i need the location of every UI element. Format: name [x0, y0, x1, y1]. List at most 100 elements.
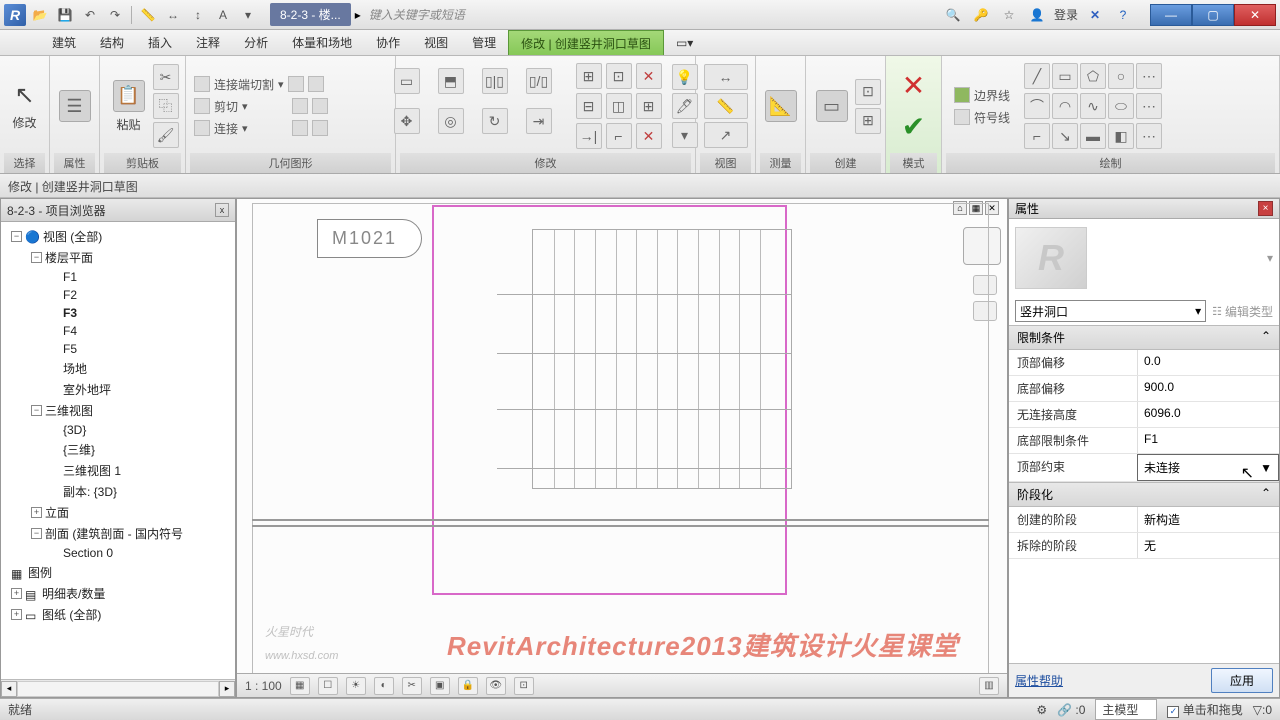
drawing-canvas[interactable]: ⌂▦✕ M1021 火星时代www.hxsd.com RevitArchitec…	[237, 199, 1007, 673]
rotate-tool[interactable]: ↻	[482, 108, 508, 134]
lock-icon[interactable]: 🔒	[458, 677, 478, 695]
mirror-tool[interactable]: ▯|▯	[482, 68, 508, 94]
tree-section0[interactable]: Section 0	[3, 544, 233, 562]
constraints-header[interactable]: 限制条件⌃	[1009, 325, 1279, 350]
tree-3d[interactable]: − 三维视图	[3, 400, 233, 421]
tree-elev[interactable]: + 立面	[3, 502, 233, 523]
type-selector[interactable]: 竖井洞口▾	[1015, 300, 1206, 322]
visual-style-icon[interactable]: ☐	[318, 677, 338, 695]
scale-label[interactable]: 1 : 100	[245, 679, 282, 693]
login-label[interactable]: 登录	[1054, 6, 1078, 23]
trim-tool[interactable]: ⇥	[526, 108, 552, 134]
tree-f1[interactable]: F1	[3, 268, 233, 286]
close-button[interactable]: ✕	[1234, 4, 1276, 26]
browser-hscroll[interactable]: ◂▸	[1, 679, 235, 697]
more3[interactable]: ⋯	[1136, 123, 1162, 149]
unpin-tool[interactable]: ✕	[636, 63, 662, 89]
tree-f5[interactable]: F5	[3, 340, 233, 358]
detail-level-icon[interactable]: ▦	[290, 677, 310, 695]
browser-header[interactable]: 8-2-3 - 项目浏览器x	[1, 199, 235, 222]
redo-icon[interactable]: ↷	[104, 4, 126, 26]
more1[interactable]: ⋯	[1136, 63, 1162, 89]
tree-f3[interactable]: F3	[3, 304, 233, 322]
workset-icon[interactable]: ⚙	[1036, 703, 1047, 717]
boundary-line[interactable]: 边界线	[950, 86, 1014, 105]
cut-icon[interactable]: ✂	[153, 64, 179, 90]
tree-ground[interactable]: 室外地坪	[3, 379, 233, 400]
rect-tool[interactable]: ▭	[1052, 63, 1078, 89]
pick-face[interactable]: ◧	[1108, 123, 1134, 149]
text-icon[interactable]: A	[212, 4, 234, 26]
search-hint[interactable]: 键入关键字或短语	[369, 6, 465, 23]
sun-path-icon[interactable]: ☀	[346, 677, 366, 695]
crop-show-icon[interactable]: ▣	[430, 677, 450, 695]
cancel-mode-button[interactable]: ✕	[902, 69, 925, 102]
edit-type-button[interactable]: ☷ 编辑类型	[1212, 303, 1273, 320]
move-tool[interactable]: ✥	[394, 108, 420, 134]
crop-icon[interactable]: ✂	[402, 677, 422, 695]
tree-legend[interactable]: ▦ 图例	[3, 562, 233, 583]
dim-icon[interactable]: ↕	[187, 4, 209, 26]
bulb-icon[interactable]: 💡	[672, 64, 698, 90]
fillet-tool[interactable]: ⌐	[1024, 123, 1050, 149]
thumb-dropdown-icon[interactable]: ▾	[1267, 251, 1273, 265]
more-icon[interactable]: ▾	[237, 4, 259, 26]
menu-analyze[interactable]: 分析	[232, 30, 280, 55]
menu-massing[interactable]: 体量和场地	[280, 30, 364, 55]
save-icon[interactable]: 💾	[54, 4, 76, 26]
top-constraint-dropdown[interactable]: 未连接▼↖	[1137, 454, 1279, 481]
binoculars-icon[interactable]: 🔍	[942, 4, 964, 26]
tree-3d-4[interactable]: 副本: {3D}	[3, 481, 233, 502]
split-tool[interactable]: ⊟	[576, 93, 602, 119]
main-model-combo[interactable]: 主模型	[1095, 699, 1157, 720]
tree-3d-1[interactable]: {3D}	[3, 421, 233, 439]
assembly-icon[interactable]: ⊞	[855, 108, 881, 134]
star-icon[interactable]: ☆	[998, 4, 1020, 26]
align-tool[interactable]: ▭	[394, 68, 420, 94]
gap-tool[interactable]: ⊞	[636, 93, 662, 119]
pin-tool[interactable]: ◫	[606, 93, 632, 119]
pick-wall[interactable]: ▬	[1080, 123, 1106, 149]
vscroll-icon[interactable]: ▥	[979, 677, 999, 695]
tree-root[interactable]: −🔵 视图 (全部)	[3, 226, 233, 247]
mirror-draw-tool[interactable]: ▯/▯	[526, 68, 552, 94]
open-icon[interactable]: 📂	[29, 4, 51, 26]
menu-annotate[interactable]: 注释	[184, 30, 232, 55]
arc-tool[interactable]: ⌒	[1024, 93, 1050, 119]
extend-tool[interactable]: →|	[576, 123, 602, 149]
properties-close-icon[interactable]: ×	[1258, 201, 1273, 216]
temp-hide-icon[interactable]: 👁	[486, 677, 506, 695]
circle-tool[interactable]: ○	[1108, 63, 1134, 89]
scale-tool[interactable]: ⊡	[606, 63, 632, 89]
measure-button[interactable]: 📐	[760, 67, 801, 145]
properties-button[interactable]: ☰	[54, 67, 95, 145]
poly-tool[interactable]: ⬠	[1080, 63, 1106, 89]
minimize-button[interactable]: —	[1150, 4, 1192, 26]
undo-icon[interactable]: ↶	[79, 4, 101, 26]
user-icon[interactable]: 👤	[1026, 4, 1048, 26]
ellipse-tool[interactable]: ⬭	[1108, 93, 1134, 119]
tree-schedules[interactable]: +▤ 明细表/数量	[3, 583, 233, 604]
dim-aligned[interactable]: ↔	[704, 64, 748, 90]
apply-button[interactable]: 应用	[1211, 668, 1273, 693]
dim-angle[interactable]: ↗	[704, 122, 748, 148]
copy-tool[interactable]: ◎	[438, 108, 464, 134]
offset-tool[interactable]: ⬒	[438, 68, 464, 94]
ribbon-toggle-icon[interactable]: ▭▾	[664, 30, 705, 55]
menu-manage[interactable]: 管理	[460, 30, 508, 55]
pick-tool[interactable]: ↘	[1052, 123, 1078, 149]
finish-mode-button[interactable]: ✔	[902, 110, 925, 143]
tree-sheets[interactable]: +▭ 图纸 (全部)	[3, 604, 233, 625]
symbol-line[interactable]: 符号线	[950, 108, 1014, 127]
key-icon[interactable]: 🔑	[970, 4, 992, 26]
select-tool[interactable]: ↖修改	[4, 67, 45, 145]
properties-help-link[interactable]: 属性帮助	[1015, 672, 1063, 689]
more2[interactable]: ⋯	[1136, 93, 1162, 119]
cut-geom[interactable]: 剪切 ▾	[190, 97, 391, 116]
menu-modify[interactable]: 修改 | 创建竖井洞口草图	[508, 30, 664, 55]
tree-floorplans[interactable]: − 楼层平面	[3, 247, 233, 268]
reveal-icon[interactable]: ⊡	[514, 677, 534, 695]
menu-collab[interactable]: 协作	[364, 30, 412, 55]
arc3-tool[interactable]: ◠	[1052, 93, 1078, 119]
shadow-icon[interactable]: ◐	[374, 677, 394, 695]
